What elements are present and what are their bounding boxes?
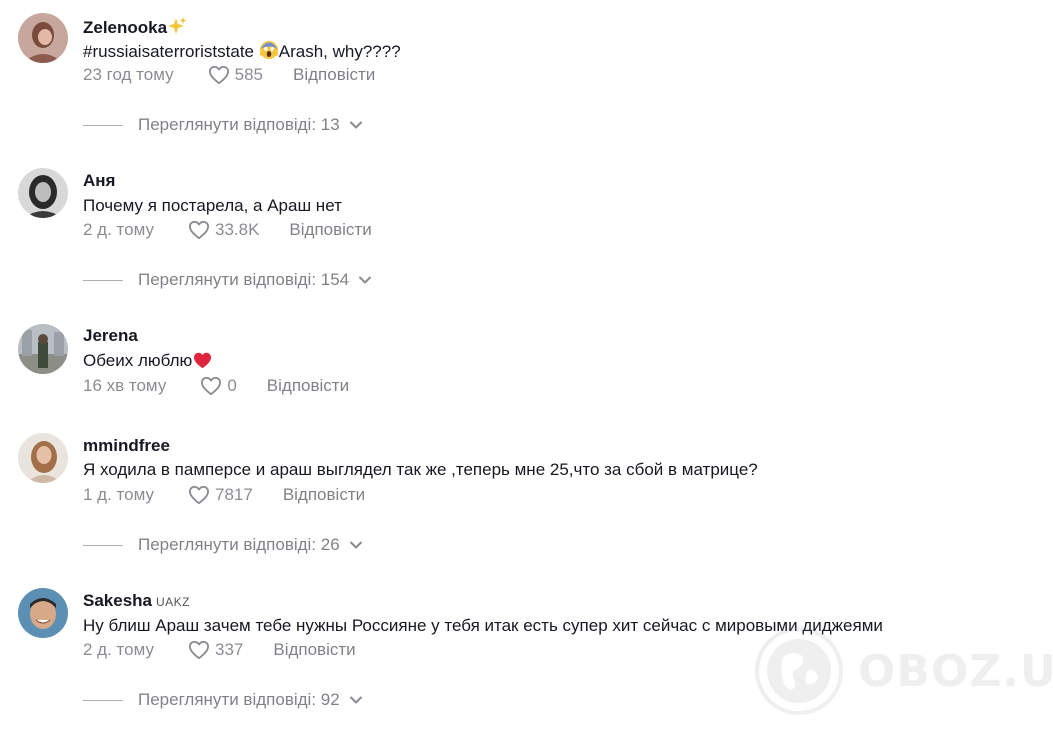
comment-username[interactable]: Аня (83, 171, 115, 191)
comment-meta: 2 д. тому 337 Відповісти (83, 640, 356, 660)
comment-time: 16 хв тому (83, 376, 167, 395)
heart-outline-icon (201, 376, 222, 396)
like-count: 33.8K (214, 220, 260, 239)
divider-line (83, 699, 123, 701)
chevron-down-icon (349, 120, 363, 130)
user-badge: UAKZ (156, 595, 191, 609)
chevron-down-icon (349, 540, 363, 550)
comment-username[interactable]: Jerena (83, 326, 138, 346)
screaming-face-emoji (259, 40, 279, 65)
avatar-image (18, 588, 68, 638)
avatar-image (18, 168, 68, 218)
comment-text: Я ходила в памперсе и араш выглядел так … (83, 460, 758, 479)
avatar-image (18, 433, 68, 483)
like-button[interactable]: 33.8K (188, 220, 259, 240)
like-count: 7817 (214, 485, 253, 504)
comment-meta: 1 д. тому 7817 Відповісти (83, 485, 365, 505)
heart-outline-icon (188, 220, 209, 240)
avatar[interactable] (18, 324, 68, 374)
heart-outline-icon (188, 485, 209, 505)
like-button[interactable]: 585 (208, 65, 263, 85)
chevron-down-icon (349, 695, 363, 705)
like-count: 337 (214, 640, 244, 659)
view-replies-button[interactable]: Переглянути відповіді: 92 (83, 690, 363, 710)
comment-time: 2 д. тому (83, 220, 154, 239)
comment-text: Почему я постарела, а Араш нет (83, 196, 342, 215)
divider-line (83, 544, 123, 546)
comment-meta: 16 хв тому 0 Відповісти (83, 376, 349, 396)
like-button[interactable]: 7817 (188, 485, 253, 505)
comment-meta: 2 д. тому 33.8K Відповісти (83, 220, 372, 240)
reply-button[interactable]: Відповісти (267, 376, 349, 396)
reply-button[interactable]: Відповісти (293, 65, 375, 85)
view-replies-button[interactable]: Переглянути відповіді: 13 (83, 115, 363, 135)
globe-logo-icon (755, 627, 843, 715)
sparkles-emoji (167, 16, 187, 41)
avatar[interactable] (18, 168, 68, 218)
reply-button[interactable]: Відповісти (273, 640, 355, 660)
comment-username[interactable]: Sakesha UAKZ (83, 591, 190, 611)
view-replies-label: Переглянути відповіді: 154 (138, 270, 350, 289)
like-count: 0 (227, 376, 237, 395)
comment-time: 1 д. тому (83, 485, 154, 504)
reply-button[interactable]: Відповісти (283, 485, 365, 505)
divider-line (83, 124, 123, 126)
divider-line (83, 279, 123, 281)
avatar[interactable] (18, 433, 68, 483)
reply-button[interactable]: Відповісти (289, 220, 371, 240)
comment-text: #russiaisaterroriststate Arash, why???? (83, 40, 401, 65)
red-heart-emoji (193, 352, 212, 374)
avatar[interactable] (18, 13, 68, 63)
like-button[interactable]: 337 (188, 640, 243, 660)
avatar-image (18, 324, 68, 374)
view-replies-label: Переглянути відповіді: 92 (138, 690, 340, 709)
comment-username[interactable]: Zelenooka (83, 16, 187, 41)
watermark: OBOZ.UA (754, 626, 1053, 716)
view-replies-label: Переглянути відповіді: 13 (138, 115, 340, 134)
like-button[interactable]: 0 (200, 376, 237, 396)
view-replies-label: Переглянути відповіді: 26 (138, 535, 340, 554)
comment-text: Обеих люблю (83, 351, 212, 374)
avatar[interactable] (18, 588, 68, 638)
view-replies-button[interactable]: Переглянути відповіді: 26 (83, 535, 363, 555)
comment-username[interactable]: mmindfree (83, 436, 170, 456)
avatar-image (18, 13, 68, 63)
view-replies-button[interactable]: Переглянути відповіді: 154 (83, 270, 372, 290)
comment-time: 23 год тому (83, 65, 174, 84)
heart-outline-icon (188, 640, 209, 660)
comment-time: 2 д. тому (83, 640, 154, 659)
chevron-down-icon (358, 275, 372, 285)
like-count: 585 (234, 65, 263, 84)
watermark-text: OBOZ.UA (858, 645, 1053, 697)
comment-meta: 23 год тому 585 Відповісти (83, 65, 375, 85)
heart-outline-icon (208, 65, 229, 85)
